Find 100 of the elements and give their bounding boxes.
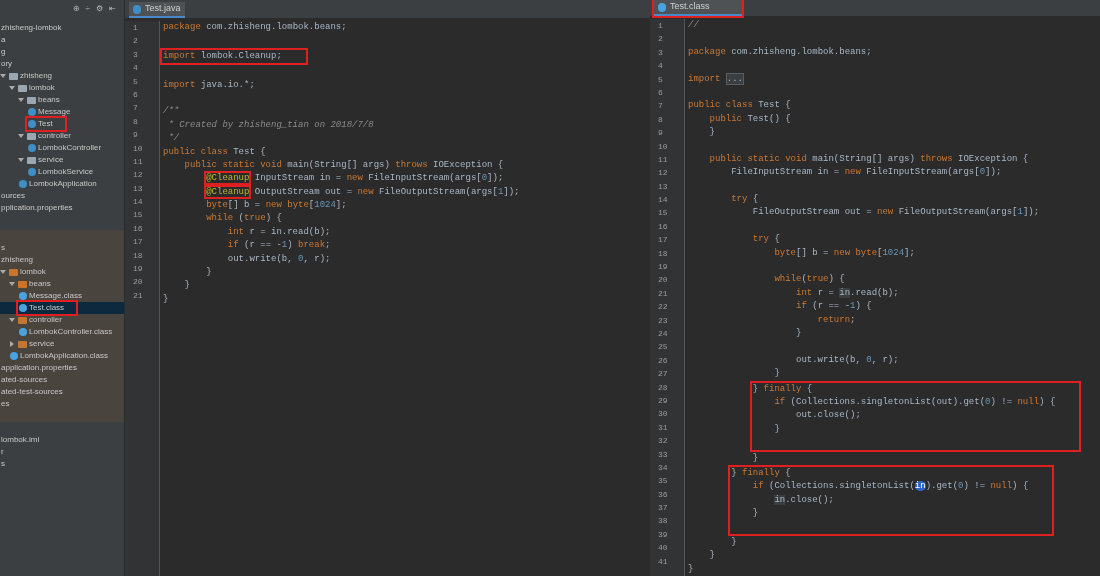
class-icon <box>28 144 36 152</box>
expand-arrow-icon[interactable] <box>0 269 6 275</box>
tree-item[interactable]: zhisheng-lombok <box>0 22 63 34</box>
class-file-icon <box>658 2 666 12</box>
tree-item[interactable]: a <box>0 34 7 46</box>
line-number: 37 <box>658 502 669 515</box>
expand-arrow-icon[interactable] <box>9 281 15 287</box>
code-line: @Cleanup OutputStream out = new FileOutputStream(args[1]); <box>205 185 520 199</box>
line-number: 24 <box>658 328 669 340</box>
tree-item[interactable]: ources <box>0 190 26 202</box>
tree-item[interactable]: LombokController <box>27 142 103 154</box>
code-line: int r = in.read(b); <box>226 225 331 239</box>
code-line: if (Collections.singletonList(out).get(0) != null) { <box>773 395 1056 409</box>
expand-arrow-icon[interactable] <box>18 97 24 103</box>
tree-item[interactable]: s <box>0 242 6 254</box>
expand-arrow-icon[interactable] <box>18 157 24 163</box>
code-line: } <box>773 422 780 436</box>
expand-arrow-icon[interactable] <box>0 73 6 79</box>
tree-item[interactable]: LombokApplication <box>18 178 98 190</box>
code-line: } <box>751 507 759 521</box>
line-number: 17 <box>658 234 669 247</box>
line-number: 6 <box>658 86 664 99</box>
toolbar-icon[interactable]: ÷ <box>85 3 90 15</box>
tree-item[interactable]: ory <box>0 58 14 70</box>
toolbar-icon[interactable]: ⇤ <box>109 3 116 15</box>
line-number: 5 <box>133 75 139 88</box>
tree-item[interactable]: service <box>17 338 56 350</box>
expand-arrow-icon[interactable] <box>9 317 15 323</box>
code-line: byte[] b = new byte[1024]; <box>205 199 347 213</box>
line-number: 16 <box>658 220 669 233</box>
code-line: /** <box>163 105 180 119</box>
tree-item[interactable]: service <box>26 154 65 166</box>
tree-item[interactable]: lombok <box>17 82 56 94</box>
tree-item[interactable]: zhisheng <box>8 70 54 82</box>
code-line: // <box>688 19 699 32</box>
line-number: 41 <box>658 555 669 568</box>
code-line: } <box>730 535 737 549</box>
line-number: 13 <box>133 182 144 195</box>
line-number: 34 <box>658 461 669 474</box>
tree-item[interactable]: lombok <box>8 266 47 278</box>
tree-item[interactable]: application.properties <box>0 362 79 374</box>
code-line: byte[] b = new byte[1024]; <box>773 246 915 260</box>
line-number: 14 <box>133 196 144 209</box>
tree-item[interactable]: LombokController.class <box>18 326 114 338</box>
code-line: int r = in.read(b); <box>795 286 899 300</box>
line-number: 21 <box>133 289 144 302</box>
tree-item[interactable]: LombokApplication.class <box>9 350 110 362</box>
line-number: 21 <box>658 287 669 300</box>
line-number: 20 <box>133 276 144 289</box>
tree-item[interactable]: ated-sources <box>0 374 49 386</box>
tree-item[interactable]: s <box>0 458 6 470</box>
tree-item[interactable]: g <box>0 46 7 58</box>
expand-arrow-icon[interactable] <box>9 341 15 347</box>
tree-item[interactable]: beans <box>17 278 52 290</box>
line-number: 10 <box>133 142 144 155</box>
tree-item[interactable]: ated-test-sources <box>0 386 64 398</box>
line-number: 22 <box>658 301 669 314</box>
class-file-icon <box>19 328 27 336</box>
code-line: try { <box>730 193 759 207</box>
code-line: } <box>163 292 169 306</box>
line-number: 32 <box>658 435 669 448</box>
line-number: 19 <box>133 263 144 276</box>
toolbar-icon[interactable]: ⊕ <box>72 3 80 15</box>
code-line: } <box>795 327 802 340</box>
line-number: 1 <box>133 22 139 34</box>
expand-arrow-icon[interactable] <box>18 133 24 139</box>
folder-icon <box>27 156 36 164</box>
line-number: 31 <box>658 421 669 434</box>
tree-item[interactable]: controller <box>17 314 63 326</box>
folder-icon <box>27 132 36 140</box>
expand-arrow-icon[interactable] <box>9 85 15 91</box>
code-line: public class Test { <box>688 99 791 113</box>
tree-item[interactable]: beans <box>26 94 61 106</box>
line-number: 18 <box>658 247 669 260</box>
tree-item[interactable]: Message <box>27 106 72 118</box>
code-line: while (true) { <box>205 212 282 226</box>
code-line: @Cleanup InputStream in = new FileInputStream(args[0]); <box>205 172 504 186</box>
file-tab[interactable]: Test.java <box>129 2 185 18</box>
code-line: import java.io.*; <box>163 78 255 92</box>
code-line: } <box>205 266 212 280</box>
tree-item[interactable]: es <box>0 398 11 410</box>
tree-item[interactable]: LombokService <box>27 166 95 178</box>
line-number: 1 <box>658 20 664 32</box>
tree-item[interactable]: zhisheng <box>0 254 35 266</box>
line-number: 14 <box>658 194 669 207</box>
tree-item[interactable]: lombok.iml <box>0 434 41 446</box>
line-number: 19 <box>658 261 669 274</box>
file-tab[interactable]: Test.class <box>654 0 742 16</box>
code-line: public class Test { <box>163 145 266 159</box>
tree-item[interactable]: pplication.properties <box>0 202 74 214</box>
code-line: FileOutputStream out = new FileOutputStream(args[1]); <box>751 206 1040 220</box>
toolbar-icon[interactable]: ⚙ <box>96 3 103 15</box>
tree-item[interactable]: Test <box>27 118 65 130</box>
code-line: out.close(); <box>795 409 861 423</box>
tree-item[interactable]: Message.class <box>18 290 83 302</box>
code-line: out.write(b, 0, r); <box>226 252 331 266</box>
code-line: public static void main(String[] args) throws IOException { <box>708 152 1029 166</box>
tree-item[interactable]: controller <box>26 130 72 142</box>
line-number: 28 <box>658 381 669 394</box>
tree-item[interactable]: r <box>0 446 5 458</box>
